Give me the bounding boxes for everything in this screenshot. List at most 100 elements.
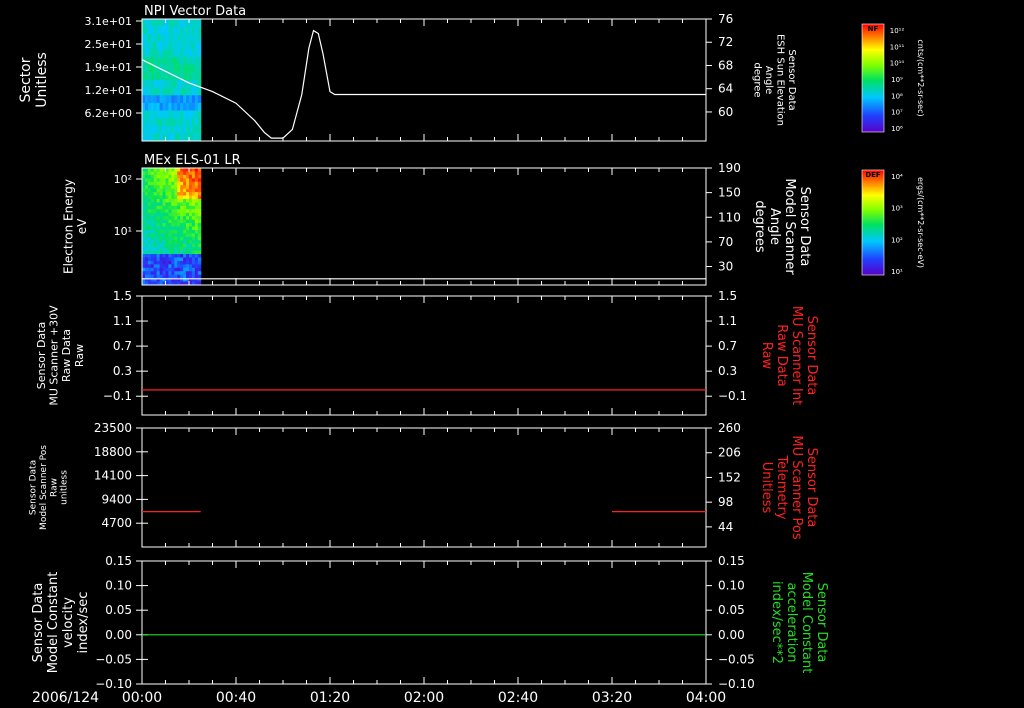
right-y-tick-label: 1.1 bbox=[718, 314, 737, 328]
spectrogram-cell bbox=[162, 185, 166, 190]
spectrogram-cell bbox=[186, 185, 190, 190]
spectrogram-cell bbox=[165, 212, 169, 217]
spectrogram-cell bbox=[150, 192, 155, 197]
spectrogram-cell bbox=[144, 192, 149, 197]
spectrogram-cell bbox=[171, 95, 175, 104]
spectrogram-cell bbox=[194, 133, 199, 142]
spectrogram-cell bbox=[191, 185, 196, 190]
spectrogram-cell bbox=[156, 247, 161, 252]
spectrogram-cell bbox=[194, 185, 199, 190]
spectrogram-cell bbox=[177, 216, 181, 221]
spectrogram-cell bbox=[168, 181, 172, 186]
spectrogram-cell bbox=[153, 257, 158, 262]
spectrogram-cell bbox=[142, 229, 146, 234]
time-tick-label: 02:40 bbox=[498, 690, 538, 706]
colorbar-2: DEF 10⁴ 10³ 10² 10¹ ergs/(cm**2-sr-sec-eV) bbox=[861, 169, 925, 276]
spectrogram-cell bbox=[147, 174, 152, 179]
spectrogram-cell bbox=[147, 188, 152, 193]
y-axis-label-line: Raw bbox=[73, 344, 86, 367]
y-tick-label: 23500 bbox=[94, 421, 132, 435]
spectrogram-cell bbox=[197, 118, 202, 127]
right-y-axis-label-line: degrees bbox=[752, 200, 767, 253]
spectrogram-cell bbox=[189, 247, 193, 252]
spectrogram-cell bbox=[197, 223, 202, 227]
spectrogram-cell bbox=[183, 72, 187, 81]
spectrogram-cell bbox=[171, 274, 175, 279]
spectrogram-cell bbox=[153, 102, 158, 111]
spectrogram-cell bbox=[171, 80, 175, 89]
spectrogram-cell bbox=[150, 26, 155, 35]
spectrogram-cell bbox=[186, 212, 190, 217]
spectrogram-cell bbox=[168, 178, 172, 183]
spectrogram-cell bbox=[144, 271, 149, 276]
spectrogram-cell bbox=[171, 264, 175, 269]
spectrogram-cell bbox=[165, 102, 169, 111]
spectrogram-cell bbox=[191, 64, 196, 73]
y-axis-label: Electron Energy eV bbox=[61, 179, 89, 274]
spectrogram-cell bbox=[153, 267, 158, 272]
spectrogram-cell bbox=[162, 229, 166, 234]
right-y-axis-label: Sensor DataMU Scanner IntRaw DataRaw bbox=[759, 306, 819, 405]
time-tick-label: 00:40 bbox=[216, 690, 256, 706]
spectrogram-cell bbox=[183, 223, 187, 227]
spectrogram-cell bbox=[162, 57, 166, 66]
spectrogram-cell bbox=[180, 192, 184, 197]
spectrogram-cell bbox=[153, 260, 158, 265]
spectrogram bbox=[142, 168, 202, 286]
spectrogram-cell bbox=[156, 188, 161, 193]
y-tick-label: 2.5e+01 bbox=[85, 38, 132, 51]
spectrogram-cell bbox=[142, 271, 146, 276]
spectrogram-cell bbox=[189, 41, 193, 50]
spectrogram-cell bbox=[168, 219, 172, 224]
spectrogram-cell bbox=[177, 64, 181, 73]
spectrogram-cell bbox=[147, 205, 152, 210]
spectrogram-cell bbox=[191, 95, 196, 104]
y-axis-label-line: Sensor Data bbox=[35, 322, 48, 389]
spectrogram-cell bbox=[177, 267, 181, 272]
spectrogram-cell bbox=[183, 219, 187, 224]
spectrogram-cell bbox=[142, 133, 146, 142]
spectrogram-cell bbox=[180, 110, 184, 119]
spectrogram-cell bbox=[171, 181, 175, 186]
spectrogram-cell bbox=[183, 49, 187, 58]
spectrogram-cell bbox=[171, 26, 175, 35]
spectrogram-cell bbox=[197, 274, 202, 279]
spectrogram-cell bbox=[142, 198, 146, 203]
spectrogram-cell bbox=[159, 26, 164, 35]
y-tick-label: 1.2e+01 bbox=[85, 84, 132, 97]
spectrogram-cell bbox=[142, 26, 146, 35]
spectrogram-cell bbox=[150, 274, 155, 279]
spectrogram-cell bbox=[142, 110, 146, 119]
spectrogram-cell bbox=[168, 260, 172, 265]
spectrogram-cell bbox=[144, 102, 149, 111]
spectrogram-cell bbox=[180, 274, 184, 279]
spectrogram-cell bbox=[180, 26, 184, 35]
spectrogram-cell bbox=[171, 41, 175, 50]
spectrogram-cell bbox=[144, 34, 149, 43]
spectrogram-cell bbox=[144, 216, 149, 221]
spectrogram-cell bbox=[177, 102, 181, 111]
spectrogram-cell bbox=[186, 95, 190, 104]
spectrogram-cell bbox=[153, 236, 158, 241]
spectrogram-cell bbox=[156, 87, 161, 96]
spectrogram-cell bbox=[156, 223, 161, 227]
spectrogram-cell bbox=[189, 274, 193, 279]
spectrogram-cell bbox=[159, 118, 164, 127]
right-y-axis-label-line: Model Constant bbox=[799, 572, 814, 674]
spectrogram-cell bbox=[142, 72, 146, 81]
spectrogram-cell bbox=[197, 247, 202, 252]
y-tick-label: 3.1e+01 bbox=[85, 15, 132, 28]
spectrogram-cell bbox=[159, 102, 164, 111]
spectrogram-cell bbox=[189, 223, 193, 227]
spectrogram-cell bbox=[171, 171, 175, 176]
spectrogram-cell bbox=[177, 274, 181, 279]
spectrogram-cell bbox=[144, 243, 149, 248]
spectrogram-cell bbox=[165, 205, 169, 210]
spectrogram-cell bbox=[165, 247, 169, 252]
spectrogram-cell bbox=[168, 171, 172, 176]
spectrogram-cell bbox=[153, 178, 158, 183]
spectrogram-cell bbox=[197, 226, 202, 231]
spectrogram-cell bbox=[147, 267, 152, 272]
spectrogram-cell bbox=[194, 41, 199, 50]
spectrogram-cell bbox=[180, 80, 184, 89]
